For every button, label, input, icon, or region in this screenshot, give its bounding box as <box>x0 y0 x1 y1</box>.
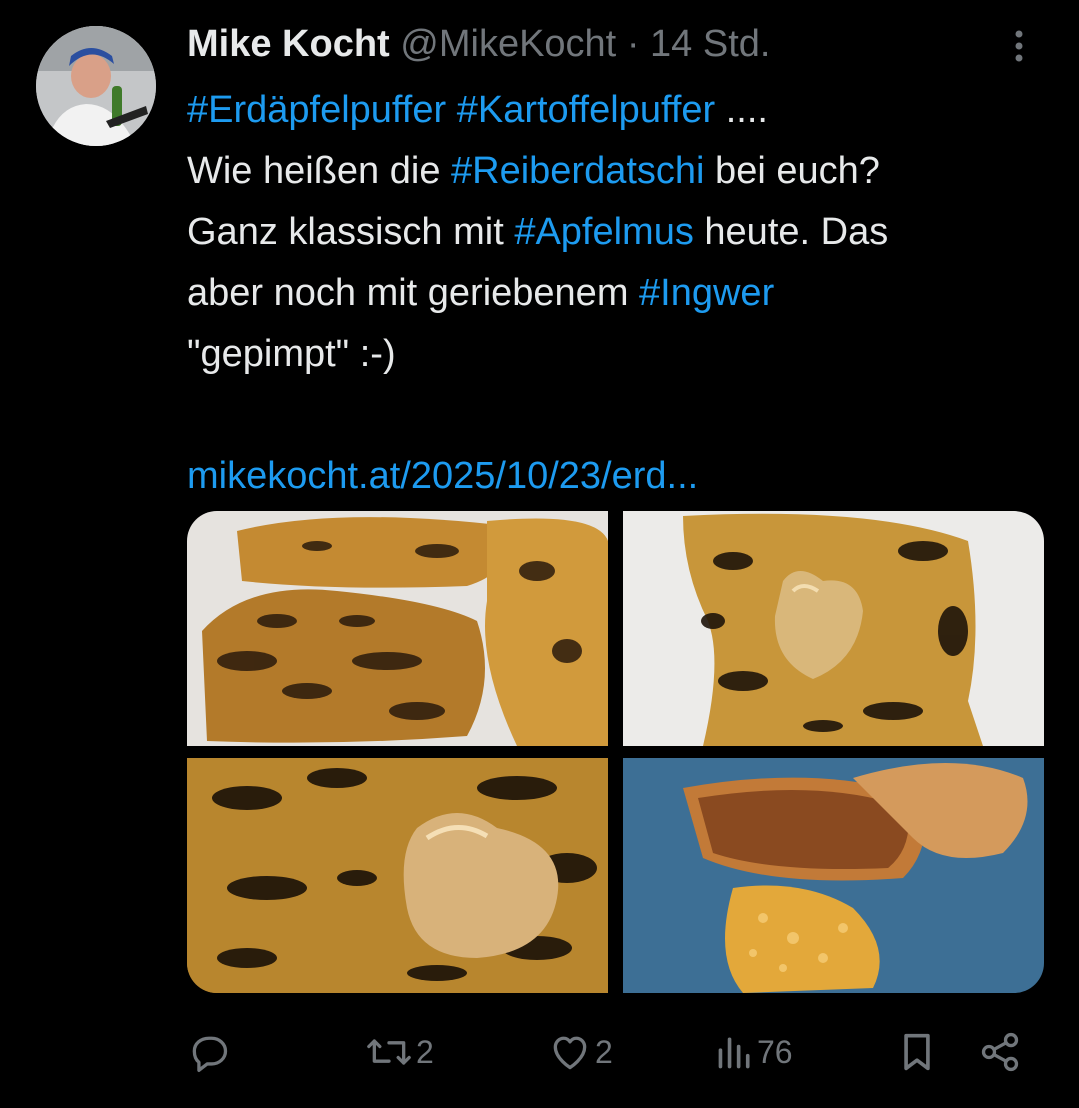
views-button[interactable]: 76 <box>715 1022 793 1082</box>
bookmark-button[interactable] <box>897 1022 937 1082</box>
user-handle[interactable]: @MikeKocht <box>400 23 616 65</box>
bookmark-icon <box>904 1033 930 1071</box>
hashtag-kartoffelpuffer[interactable]: #Kartoffelpuffer <box>457 89 715 131</box>
hashtag-erdaepfelpuffer[interactable]: #Erdäpfelpuffer <box>187 89 446 131</box>
separator-dot: · <box>626 23 640 65</box>
share-icon <box>981 1032 1019 1072</box>
grated-ginger-photo[interactable] <box>623 758 1044 993</box>
tweet-line-2: Wie heißen die #Reiberdatschi bei euch? <box>187 141 1067 202</box>
tweet-text-segment: aber noch mit geriebenem <box>187 272 640 314</box>
hashtag-reiberdatschi[interactable]: #Reiberdatschi <box>451 150 704 192</box>
tweet-text: #Erdäpfelpuffer #Kartoffelpuffer .... Wi… <box>187 80 1067 507</box>
tweet-line-3: Ganz klassisch mit #Apfelmus heute. Das <box>187 202 1067 263</box>
reply-button[interactable] <box>187 1022 233 1082</box>
hashtag-ingwer[interactable]: #Ingwer <box>639 272 774 314</box>
retweet-button[interactable]: 2 <box>364 1022 434 1082</box>
article-link[interactable]: mikekocht.at/2025/10/23/erd... <box>187 455 698 497</box>
reply-icon <box>192 1036 228 1072</box>
tweet-line-4: aber noch mit geriebenem #Ingwer <box>187 263 1067 324</box>
tweet-text-segment: Ganz klassisch mit <box>187 211 515 253</box>
tweet-text-ellipsis: .... <box>715 89 768 131</box>
pancake-applesauce-closeup-photo[interactable] <box>187 758 608 993</box>
pancake-with-applesauce-photo[interactable] <box>623 511 1044 746</box>
tweet-actions: 2 2 76 <box>187 1022 1047 1082</box>
retweet-count: 2 <box>416 1033 434 1070</box>
tweet-text-segment: Wie heißen die <box>187 150 452 192</box>
tweet-line-5: "gepimpt" :-) <box>187 333 396 375</box>
display-name[interactable]: Mike Kocht <box>187 23 390 65</box>
share-button[interactable] <box>977 1022 1023 1082</box>
views-count: 76 <box>757 1033 793 1070</box>
hashtag-apfelmus[interactable]: #Apfelmus <box>514 211 694 253</box>
avatar[interactable] <box>36 26 156 146</box>
timestamp[interactable]: 14 Std. <box>650 23 770 65</box>
like-count: 2 <box>595 1033 613 1070</box>
heart-icon <box>553 1036 587 1070</box>
tweet-line-1: #Erdäpfelpuffer #Kartoffelpuffer .... <box>187 80 1067 141</box>
tweet-text-segment: bei euch? <box>704 150 880 192</box>
tweet-header: Mike Kocht @MikeKocht · 14 Std. <box>187 22 770 66</box>
tweet-text-segment: heute. Das <box>693 211 889 253</box>
views-icon <box>718 1037 750 1069</box>
like-button[interactable]: 2 <box>547 1022 613 1082</box>
retweet-icon <box>367 1039 411 1065</box>
more-options-icon[interactable] <box>1004 26 1034 66</box>
potato-pancakes-photo[interactable] <box>187 511 608 746</box>
media-grid <box>187 511 1044 993</box>
